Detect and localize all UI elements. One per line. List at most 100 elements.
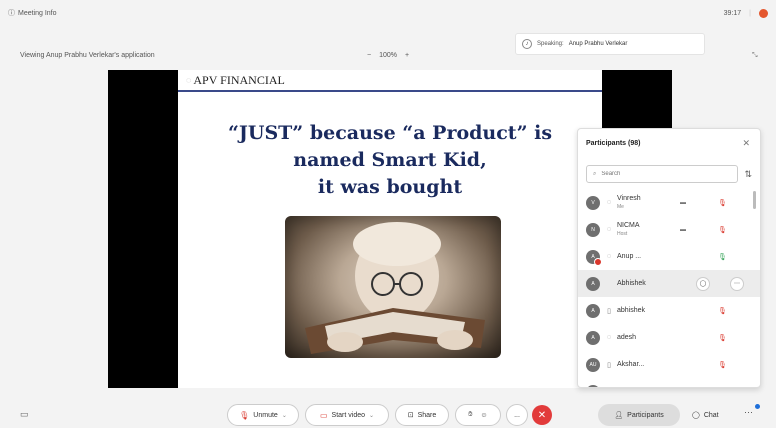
share-button[interactable]: ⊡ Share (395, 404, 449, 426)
avatar: A (586, 303, 600, 318)
participant-role: Me (617, 203, 624, 210)
chat-button[interactable]: ◯ Chat (692, 404, 719, 426)
avatar: AU (586, 384, 600, 387)
speaking-name: Anup Prabhu Verlekar (568, 41, 628, 47)
participant-name-text: Abhishek (617, 279, 646, 287)
participant-name: adesh (617, 334, 677, 342)
participants-panel: Participants (98) ✕ ⌕ ⇅ V◌VinreshMe▬🎙︎N◌… (577, 128, 761, 388)
brand-logo-icon: ◌ (186, 75, 192, 85)
participant-name-text: Anup ... (617, 252, 642, 260)
participant-name-text: adesh (617, 333, 637, 341)
participant-row[interactable]: A ▯ abhishek 🎙︎ (578, 297, 760, 324)
participant-role: Host (617, 230, 628, 237)
speaking-label: Speaking: (537, 41, 564, 47)
share-icon: ⊡ (407, 412, 414, 419)
speaking-indicator: ♪ Speaking: Anup Prabhu Verlekar (515, 33, 705, 55)
participant-row[interactable]: A ◌ Anup ... 🎙︎ (578, 243, 760, 270)
participant-row[interactable]: AU ▯ Akshar... 🎙︎ (578, 351, 760, 378)
notification-dot (755, 404, 760, 409)
brand-name: APV FINANCIAL (193, 72, 285, 87)
device-icon: ▯ (607, 361, 611, 369)
slide-title-line2: named Smart Kid, (293, 149, 487, 171)
participant-name: Akshar... (617, 361, 677, 369)
raise-hand-icon[interactable]: ✋︎ (468, 411, 472, 419)
chevron-down-icon[interactable]: ⌄ (282, 412, 287, 419)
mic-muted-icon: 🎙︎ (239, 410, 250, 420)
participant-name: Vinresh Me (617, 195, 677, 211)
chevron-down-icon[interactable]: ⌄ (369, 412, 374, 419)
zoom-out-button[interactable]: − (367, 52, 371, 59)
expand-icon[interactable]: ⤡ (752, 52, 758, 60)
participant-name-text: Akshar... (617, 360, 645, 368)
mic-muted-icon: 🎙︎ (718, 199, 727, 207)
speaker-icon: ♪ (522, 39, 532, 49)
participant-name-text: NICMA (617, 221, 640, 229)
avatar: N (586, 222, 600, 237)
video-icon: ▬ (680, 199, 686, 206)
divider: | (749, 9, 751, 17)
participants-label: Participants (627, 411, 664, 419)
mic-muted-icon: 🎙︎ (718, 334, 727, 342)
participant-name: NICMA Host (617, 222, 677, 238)
device-icon: ▯ (607, 307, 611, 315)
mic-muted-icon: 🎙︎ (718, 361, 727, 369)
close-icon[interactable]: ✕ (742, 138, 750, 149)
participant-row[interactable]: AU◌akshay🎙︎ (578, 378, 760, 389)
video-off-icon: ▭ (319, 410, 328, 420)
participant-name: abhishek (617, 307, 677, 315)
start-video-label: Start video (331, 411, 365, 419)
avatar: AU (586, 357, 600, 372)
participants-title: Participants (98) (586, 139, 641, 147)
unmute-button[interactable]: 🎙︎ Unmute ⌄ (227, 404, 299, 426)
device-icon: ◌ (606, 226, 612, 233)
start-video-button[interactable]: ▭ Start video ⌄ (305, 404, 389, 426)
device-icon: ◌ (606, 253, 612, 260)
share-label: Share (417, 411, 437, 419)
more-menu-icon[interactable]: ⋯ (744, 407, 753, 418)
sort-icon[interactable]: ⇅ (744, 169, 752, 180)
zoom-level: 100% (379, 52, 397, 59)
search-input[interactable] (601, 171, 732, 177)
viewing-text: Viewing Anup Prabhu Verlekar's applicati… (20, 52, 155, 59)
child-reading-photo (285, 216, 501, 358)
slide-title: “JUST” because “a Product” is named Smar… (178, 120, 602, 201)
mic-muted-icon: 🎙︎ (718, 226, 727, 234)
avatar: A (586, 249, 602, 266)
presentation-slide: ◌ APV FINANCIAL “JUST” because “a Produc… (178, 70, 602, 388)
more-icon[interactable]: ⋯ (730, 276, 744, 291)
participant-name: Abhishek (617, 280, 677, 288)
participant-name-text: akshay (617, 388, 639, 389)
top-bar: ⓘ Meeting Info 39:17 | (0, 0, 776, 26)
participant-row[interactable]: A ◌ adesh 🎙︎ (578, 324, 760, 351)
emoji-icon[interactable]: ☺ (480, 412, 487, 419)
meeting-info-label: Meeting Info (18, 9, 57, 17)
avatar: A (586, 330, 600, 345)
close-icon: ✕ (537, 409, 547, 421)
mic-muted-icon: 🎙︎ (718, 307, 727, 315)
participant-list: V ◌ Vinresh Me ▬ 🎙︎ N ◌ NICMA Host ▬ 🎙︎ A ◌ Anup ... 🎙︎… (578, 189, 760, 389)
more-options-button[interactable]: ... (506, 404, 528, 426)
device-icon: ◌ (606, 334, 612, 341)
slide-title-line3: it was bought (317, 176, 463, 198)
participant-name: Anup ... (617, 253, 677, 261)
recording-icon[interactable] (759, 8, 768, 18)
search-icon: ⌕ (593, 170, 597, 177)
participants-button[interactable]: 👤︎ Participants (598, 404, 680, 426)
participant-row[interactable]: A Abhishek ◯ ⋯ (578, 270, 760, 297)
avatar: V (586, 195, 600, 210)
zoom-in-button[interactable]: + (405, 52, 409, 59)
participant-search: ⌕ (586, 165, 739, 183)
chat-icon: ◯ (692, 412, 700, 419)
slide-header: ◌ APV FINANCIAL (178, 70, 602, 92)
chat-icon[interactable]: ◯ (696, 276, 710, 291)
participant-row[interactable]: N ◌ NICMA Host ▬ 🎙︎ (578, 216, 760, 243)
meeting-info-button[interactable]: ⓘ Meeting Info (8, 8, 57, 18)
captions-icon[interactable]: ▭ (20, 409, 29, 420)
mic-on-icon: 🎙︎ (718, 253, 727, 261)
avatar: A (586, 276, 600, 291)
participant-row[interactable]: V ◌ Vinresh Me ▬ 🎙︎ (578, 189, 760, 216)
leave-meeting-button[interactable]: ✕ (532, 405, 552, 425)
participant-name-text: Vinresh (617, 194, 641, 202)
scrollbar[interactable] (753, 191, 756, 209)
slide-title-line1: “JUST” because “a Product” is (227, 122, 553, 144)
